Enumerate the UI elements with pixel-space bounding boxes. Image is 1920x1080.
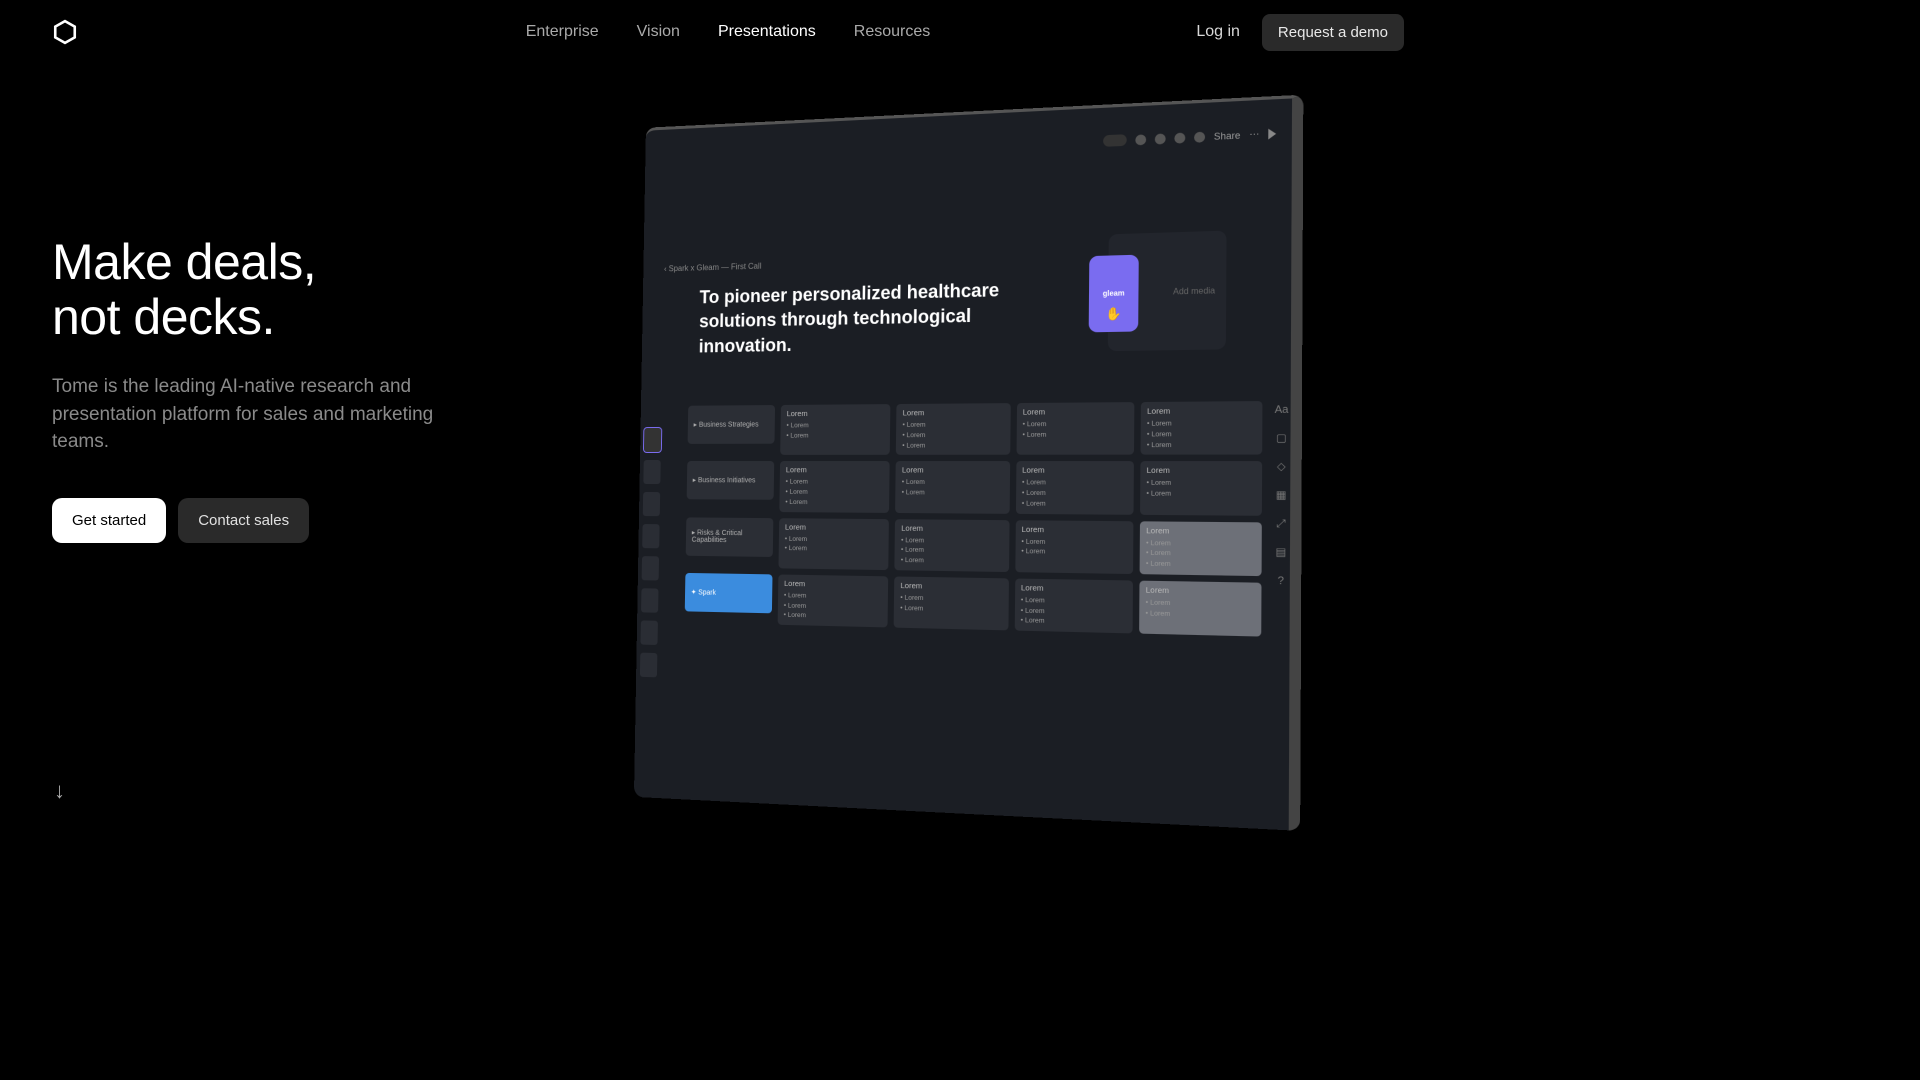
grid-cell[interactable]: LoremLoremLoremLorem (1015, 461, 1133, 514)
nav-link-vision[interactable]: Vision (637, 23, 680, 41)
row-label[interactable]: ▸ Risks & Critical Capabilities (686, 517, 774, 557)
request-demo-button[interactable]: Request a demo (1262, 14, 1404, 51)
logo[interactable] (52, 19, 78, 45)
thumb[interactable] (642, 524, 659, 548)
grid-cell[interactable]: LoremLoremLoremLorem (1014, 578, 1133, 633)
grab-cursor-icon: ✋ (1105, 306, 1121, 321)
text-tool-icon[interactable]: Aa (1275, 403, 1289, 416)
topbar-icon (1194, 131, 1205, 142)
row-label[interactable]: ✦ Spark (685, 573, 773, 613)
hero-headline: Make deals, not decks. (52, 235, 472, 345)
hero-subhead: Tome is the leading AI-native research a… (52, 373, 472, 456)
grid-cell[interactable]: LoremLoremLorem (895, 461, 1009, 513)
more-icon[interactable]: ⋯ (1249, 128, 1259, 140)
hero: Make deals, not decks. Tome is the leadi… (52, 235, 472, 543)
nav-right: Log in Request a demo (1196, 14, 1404, 51)
media-card[interactable]: gleam ✋ (1089, 255, 1139, 333)
media-slot[interactable]: gleam ✋ Add media (1108, 231, 1227, 352)
strategy-grid: ▸ Business StrategiesLoremLoremLoremLore… (684, 401, 1262, 643)
slide-thumbnails (640, 428, 671, 678)
app-screenshot: Share ⋯ Spark x Gleam — First Call To pi… (634, 98, 1292, 830)
nav-link-resources[interactable]: Resources (854, 23, 930, 41)
grid-cell[interactable]: LoremLoremLorem (778, 518, 889, 570)
top-nav: Enterprise Vision Presentations Resource… (0, 0, 1456, 64)
avatar-stack-icon (1103, 134, 1127, 147)
hero-cta: Get started Contact sales (52, 498, 472, 543)
thumb[interactable] (641, 588, 658, 613)
thumb[interactable] (643, 460, 660, 484)
nav-link-presentations[interactable]: Presentations (718, 23, 816, 41)
grid-cell[interactable]: LoremLoremLorem (894, 576, 1009, 630)
grid-cell[interactable]: LoremLoremLorem (1016, 402, 1134, 455)
grid-cell[interactable]: LoremLoremLorem (1139, 580, 1262, 636)
chart-tool-icon[interactable]: ⤢ (1274, 517, 1288, 530)
grid-cell[interactable]: LoremLoremLoremLorem (778, 574, 889, 627)
hero-headline-line1: Make deals, (52, 234, 316, 290)
shape-tool-icon[interactable]: ◇ (1274, 460, 1288, 473)
nav-link-enterprise[interactable]: Enterprise (526, 23, 599, 41)
right-toolbar: Aa ▢ ◇ ▦ ⤢ ▤ ? (1274, 403, 1288, 588)
grid-cell[interactable]: LoremLoremLoremLorem (896, 403, 1010, 455)
thumb[interactable] (640, 620, 657, 645)
topbar-icon (1174, 132, 1185, 143)
thumb[interactable] (644, 428, 661, 452)
grid-cell[interactable]: LoremLoremLoremLorem (779, 461, 890, 512)
play-icon[interactable] (1268, 128, 1276, 139)
login-link[interactable]: Log in (1196, 23, 1240, 41)
breadcrumb[interactable]: Spark x Gleam — First Call (664, 262, 761, 274)
grid-cell[interactable]: LoremLoremLoremLorem (1140, 401, 1262, 455)
add-media-label: Add media (1173, 285, 1215, 296)
image-tool-icon[interactable]: ▢ (1275, 432, 1289, 445)
row-label[interactable]: ▸ Business Strategies (688, 405, 775, 444)
device-mockup: Share ⋯ Spark x Gleam — First Call To pi… (634, 95, 1303, 831)
topbar-icon (1135, 134, 1146, 145)
nav-links: Enterprise Vision Presentations Resource… (526, 23, 931, 41)
topbar-icon (1155, 133, 1166, 144)
grid-cell[interactable]: LoremLoremLorem (780, 404, 890, 455)
thumb[interactable] (640, 653, 657, 678)
get-started-button[interactable]: Get started (52, 498, 166, 543)
app-topbar: Share ⋯ (1103, 127, 1276, 147)
grid-cell[interactable]: LoremLoremLoremLorem (1139, 521, 1262, 576)
row-label[interactable]: ▸ Business Initiatives (687, 461, 775, 500)
contact-sales-button[interactable]: Contact sales (178, 498, 309, 543)
scroll-down-icon[interactable]: ↓ (54, 778, 65, 804)
grid-tool-icon[interactable]: ▤ (1274, 546, 1288, 559)
table-tool-icon[interactable]: ▦ (1274, 488, 1288, 501)
thumb[interactable] (643, 492, 660, 516)
grid-cell[interactable]: LoremLoremLorem (1140, 461, 1262, 515)
thumb[interactable] (642, 556, 659, 580)
grid-cell[interactable]: LoremLoremLoremLorem (895, 519, 1009, 572)
media-card-label: gleam (1103, 290, 1125, 298)
slide-title: To pioneer personalized healthcare solut… (699, 277, 1030, 359)
grid-cell[interactable]: LoremLoremLorem (1015, 520, 1133, 574)
share-label[interactable]: Share (1214, 129, 1241, 141)
hero-headline-line2: not decks. (52, 289, 275, 345)
help-icon[interactable]: ? (1274, 574, 1288, 587)
